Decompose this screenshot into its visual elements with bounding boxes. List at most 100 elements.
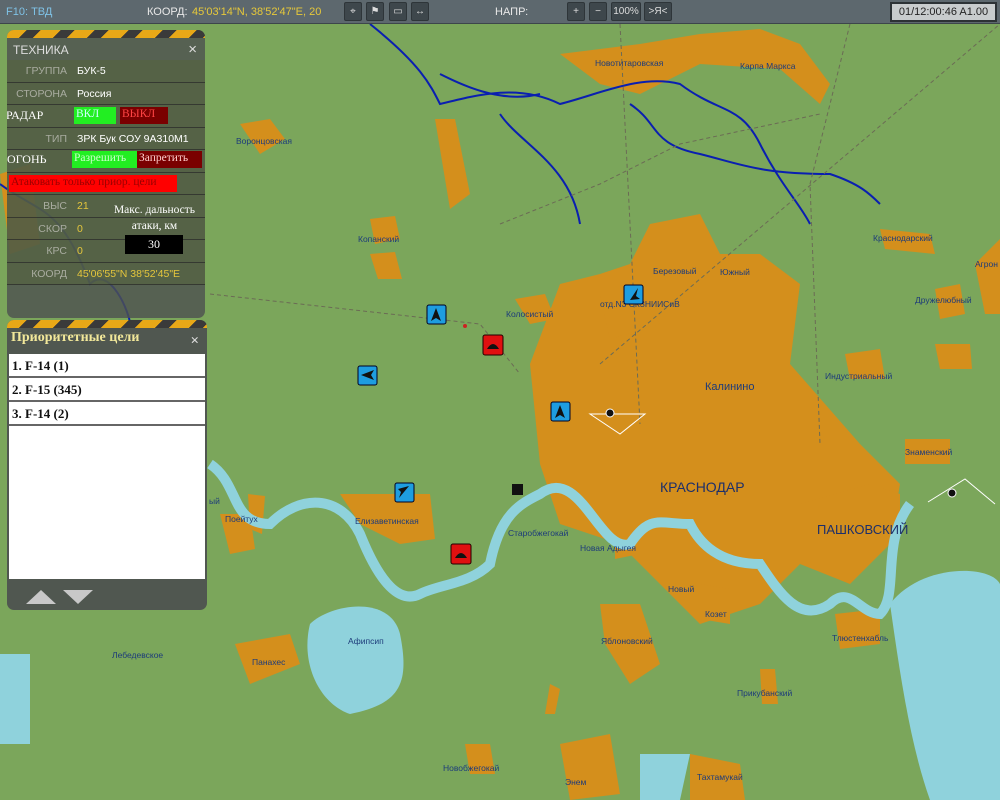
type-label: ТИП [45, 132, 67, 145]
speed-label: СКОР [38, 222, 67, 235]
svg-text:Прикубанский: Прикубанский [737, 688, 793, 698]
radar-filter-icon[interactable]: ⌖ [344, 2, 362, 21]
coord-label: КООРД [31, 267, 67, 280]
panel-stripe [7, 320, 207, 328]
svg-text:Агрон: Агрон [975, 259, 998, 269]
priority-targets-list: 1. F-14 (1) 2. F-15 (345) 3. F-14 (2) [9, 354, 205, 579]
friendly-aircraft-icon[interactable] [623, 284, 644, 305]
radar-label: РАДАР [7, 108, 44, 122]
svg-text:Старобжегокай: Старобжегокай [508, 528, 569, 538]
unit-panel-header: ТЕХНИКА × [7, 38, 205, 60]
svg-text:Знаменский: Знаменский [905, 447, 953, 457]
view-mode: F10: ТВД [6, 6, 53, 18]
ruler-icon[interactable]: ↔ [411, 2, 429, 21]
friendly-aircraft-icon[interactable] [394, 482, 415, 503]
svg-text:Елизаветинская: Елизаветинская [355, 516, 419, 526]
svg-text:Карпа Маркса: Карпа Маркса [740, 61, 796, 71]
svg-text:Дружелюбный: Дружелюбный [915, 295, 972, 305]
svg-text:Краснодарский: Краснодарский [873, 233, 933, 243]
airfield-icon[interactable] [927, 478, 996, 505]
priority-targets-panel: Приоритетные цели × 1. F-14 (1) 2. F-15 … [7, 320, 207, 610]
enemy-sam-icon[interactable] [450, 543, 472, 565]
type-row: ТИП ЗРК Бук СОУ 9А310М1 [7, 127, 205, 150]
svg-text:Новотитаровская: Новотитаровская [595, 58, 664, 68]
svg-text:Южный: Южный [720, 267, 750, 277]
svg-text:Колосистый: Колосистый [506, 309, 554, 319]
unit-info-panel: ТЕХНИКА × ГРУППА БУК-5 СТОРОНА Россия РАДА… [7, 30, 205, 318]
svg-text:Поейтух: Поейтух [225, 514, 259, 524]
svg-text:ПАШКОВСКИЙ: ПАШКОВСКИЙ [817, 522, 908, 537]
center-on-self-button[interactable]: >Я< [644, 2, 672, 21]
priority-target-item[interactable]: 2. F-15 (345) [9, 378, 205, 402]
svg-text:Новая Адыгея: Новая Адыгея [580, 543, 636, 553]
priority-row: Атаковать только приор. цели [7, 172, 205, 195]
svg-text:Новобжегокай: Новобжегокай [443, 763, 499, 773]
type-value: ЗРК Бук СОУ 9А310М1 [77, 132, 189, 145]
group-row: ГРУППА БУК-5 [7, 60, 205, 83]
zoom-out-button[interactable]: − [589, 2, 607, 21]
heading-label: НАПР: [495, 6, 529, 18]
group-label: ГРУППА [25, 65, 67, 77]
svg-text:Тахтамукай: Тахтамукай [697, 772, 743, 782]
fire-deny-button[interactable]: Запретить [137, 151, 202, 168]
mission-clock: 01/12:00:46 A1.00 [890, 2, 997, 22]
friendly-aircraft-icon[interactable] [426, 304, 447, 325]
side-label: СТОРОНА [16, 87, 67, 100]
fire-label: ОГОНЬ [7, 152, 47, 166]
svg-text:Энем: Энем [565, 777, 587, 787]
priority-target-item[interactable]: 3. F-14 (2) [9, 402, 205, 426]
svg-text:ый: ый [209, 496, 220, 506]
radar-row: РАДАР ВКЛ ВЫКЛ [7, 105, 205, 128]
svg-text:Индустриальный: Индустриальный [825, 371, 892, 381]
friendly-aircraft-icon[interactable] [357, 365, 378, 386]
coord-row: КООРД 45'06'55"N 38'52'45"E [7, 262, 205, 285]
enemy-sam-icon[interactable] [482, 334, 504, 356]
max-range-label: Макс. дальность атаки, км [113, 204, 196, 232]
svg-text:Лебедевское: Лебедевское [112, 650, 163, 660]
svg-text:Новый: Новый [668, 584, 694, 594]
close-icon[interactable]: × [188, 41, 197, 58]
alt-value: 21 [77, 200, 89, 212]
move-up-icon[interactable] [26, 590, 56, 604]
unknown-unit-icon[interactable] [512, 484, 523, 495]
radar-off-button[interactable]: ВЫКЛ [120, 107, 168, 124]
svg-text:КРАСНОДАР: КРАСНОДАР [660, 479, 745, 495]
svg-text:Яблоновский: Яблоновский [601, 636, 653, 646]
waypoint-marker [463, 324, 467, 328]
alt-label: ВЫС [43, 200, 67, 212]
coord-label: КООРД: [147, 6, 188, 18]
message-icon[interactable]: ▭ [389, 2, 407, 21]
svg-text:Копанский: Копанский [358, 234, 399, 244]
heading-label: КРС [46, 245, 67, 257]
top-toolbar: F10: ТВД КООРД: 45'03'14"N, 38'52'47"E, … [0, 0, 1000, 24]
speed-value: 0 [77, 222, 83, 235]
fire-row: ОГОНЬ Разрешить Запретить [7, 150, 205, 173]
priority-target-item[interactable]: 1. F-14 (1) [9, 354, 205, 378]
cursor-coord: 45'03'14"N, 38'52'47"E, 20 [192, 6, 322, 18]
attack-priority-only-button[interactable]: Атаковать только приор. цели [9, 174, 177, 192]
heading-value: 0 [77, 245, 83, 257]
svg-text:Воронцовская: Воронцовская [236, 136, 292, 146]
radar-on-button[interactable]: ВКЛ [74, 107, 116, 124]
zoom-in-button[interactable]: + [567, 2, 585, 21]
zoom-level[interactable]: 100% [611, 2, 641, 21]
svg-text:Тлюстенхабль: Тлюстенхабль [832, 633, 889, 643]
max-range-input[interactable]: 30 [125, 235, 183, 254]
close-icon[interactable]: × [190, 333, 199, 350]
side-row: СТОРОНА Россия [7, 82, 205, 105]
sam-filter-icon[interactable]: ⚑ [366, 2, 384, 21]
move-down-icon[interactable] [63, 590, 93, 604]
panel-stripe [7, 30, 205, 38]
svg-text:Калинино: Калинино [705, 381, 755, 393]
friendly-aircraft-icon[interactable] [550, 401, 571, 422]
svg-text:Козет: Козет [705, 609, 727, 619]
priority-panel-title: Приоритетные цели [11, 330, 140, 345]
unit-panel-title: ТЕХНИКА [13, 43, 69, 57]
group-value: БУК-5 [77, 65, 106, 77]
fire-allow-button[interactable]: Разрешить [72, 151, 137, 168]
coord-value: 45'06'55"N 38'52'45"E [77, 267, 181, 280]
svg-text:Афипсип: Афипсип [348, 636, 384, 646]
priority-panel-header: Приоритетные цели × [7, 328, 207, 354]
side-value: Россия [77, 87, 112, 100]
svg-text:Панахес: Панахес [252, 657, 286, 667]
